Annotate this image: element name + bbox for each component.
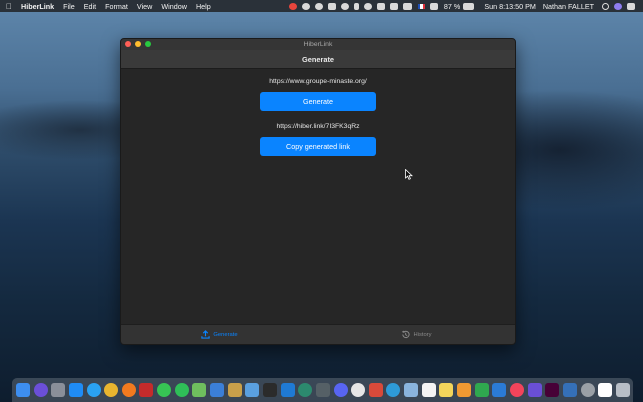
dock <box>12 378 633 402</box>
sync-icon[interactable] <box>301 2 310 10</box>
calendar-icon[interactable] <box>421 383 436 397</box>
window-title: HiberLink <box>303 41 333 48</box>
generated-url-label: https://hiber.link/7I3FK3qRz <box>276 123 360 130</box>
copy-generated-link-button[interactable]: Copy generated link <box>260 137 376 156</box>
finder-icon[interactable] <box>16 383 30 397</box>
discord-icon[interactable] <box>333 383 348 397</box>
facetime-icon[interactable] <box>174 383 189 397</box>
messages-icon[interactable] <box>157 383 172 397</box>
wifi-icon[interactable] <box>363 2 372 10</box>
input-source-flag-icon[interactable] <box>417 3 425 9</box>
safari-icon[interactable] <box>86 383 101 397</box>
hiberlink-window: HiberLink Generate https://www.groupe-mi… <box>120 38 516 345</box>
tab-generate-label: Generate <box>213 331 238 338</box>
zoom-window-button[interactable] <box>145 41 151 47</box>
filezilla-icon[interactable] <box>139 383 154 397</box>
generate-view: https://www.groupe-minaste.org/ Generate… <box>121 69 515 326</box>
maps-icon[interactable] <box>192 383 207 397</box>
preview-icon[interactable] <box>404 383 419 397</box>
speedometer-icon[interactable] <box>314 2 323 10</box>
menu-format[interactable]: Format <box>105 2 128 11</box>
spotlight-icon[interactable] <box>602 2 609 10</box>
music-icon[interactable] <box>509 383 524 397</box>
disk-utility-icon[interactable] <box>580 383 595 397</box>
robot-icon[interactable] <box>315 383 330 397</box>
app-menu[interactable]: HiberLink <box>21 2 54 11</box>
stack-icon[interactable] <box>227 383 242 397</box>
status-area: 87 % Sun 8:13:50 PM Nathan FALLET <box>284 2 637 11</box>
firefox-icon[interactable] <box>121 383 136 397</box>
clock[interactable]: Sun 8:13:50 PM <box>484 2 536 11</box>
trash-icon[interactable] <box>615 383 630 397</box>
upload-icon <box>201 330 211 339</box>
tab-history-label: History <box>413 331 432 338</box>
user-name[interactable]: Nathan FALLET <box>543 2 594 11</box>
navigation-bar: Generate <box>121 50 515 69</box>
battery-icon[interactable] <box>463 2 475 10</box>
xcode-icon[interactable] <box>210 383 225 397</box>
launchpad-icon[interactable] <box>51 383 66 397</box>
hiberlink-icon[interactable] <box>598 383 613 397</box>
airplay-icon[interactable] <box>376 2 385 10</box>
tab-generate[interactable]: Generate <box>121 330 318 339</box>
app-store-icon[interactable] <box>68 383 83 397</box>
adobe-xd-icon[interactable] <box>545 383 560 397</box>
creative-cloud-icon[interactable] <box>288 2 297 10</box>
close-window-button[interactable] <box>125 41 131 47</box>
menu-file[interactable]: File <box>63 2 75 11</box>
menu-view[interactable]: View <box>137 2 152 11</box>
trello-icon[interactable] <box>280 383 295 397</box>
chrome-icon[interactable] <box>104 383 119 397</box>
keynote-icon[interactable] <box>492 383 507 397</box>
taskheat-icon[interactable] <box>368 383 383 397</box>
tab-bar: Generate History <box>121 324 515 344</box>
teams-icon[interactable] <box>386 383 401 397</box>
keyboard-icon[interactable] <box>402 2 412 10</box>
volume-icon[interactable] <box>389 2 398 10</box>
numbers-icon[interactable] <box>474 383 489 397</box>
menu-edit[interactable]: Edit <box>84 2 96 11</box>
menu-bar:  HiberLink File Edit Format View Window… <box>0 0 643 12</box>
menu-window[interactable]: Window <box>161 2 187 11</box>
virtualbox-icon[interactable] <box>562 383 577 397</box>
generate-button[interactable]: Generate <box>260 92 376 111</box>
menu-help[interactable]: Help <box>196 2 211 11</box>
vpn-icon[interactable] <box>298 383 313 397</box>
notification-center-icon[interactable] <box>627 2 635 10</box>
slack-icon[interactable] <box>351 383 366 397</box>
eject-icon[interactable] <box>429 2 438 10</box>
nav-title: Generate <box>301 54 335 64</box>
siri-menu-icon[interactable] <box>614 2 622 10</box>
siri-icon[interactable] <box>33 383 48 397</box>
bluetooth-icon[interactable] <box>353 2 359 10</box>
skype-icon[interactable] <box>340 2 349 10</box>
history-icon <box>402 330 411 339</box>
input-url-label: https://www.groupe-minaste.org/ <box>269 78 367 85</box>
apple-menu-icon[interactable]:  <box>6 2 12 11</box>
mouse-cursor-icon <box>405 169 413 180</box>
grid-icon[interactable] <box>327 2 336 10</box>
pages-icon[interactable] <box>457 383 472 397</box>
tab-history[interactable]: History <box>318 330 515 339</box>
battery-percent[interactable]: 87 % <box>444 2 460 11</box>
terminal-icon[interactable] <box>262 383 277 397</box>
minimize-window-button[interactable] <box>135 41 141 47</box>
proxyman-icon[interactable] <box>245 383 260 397</box>
imovie-icon[interactable] <box>527 383 542 397</box>
title-bar[interactable]: HiberLink <box>121 39 515 50</box>
notes-icon[interactable] <box>439 383 454 397</box>
